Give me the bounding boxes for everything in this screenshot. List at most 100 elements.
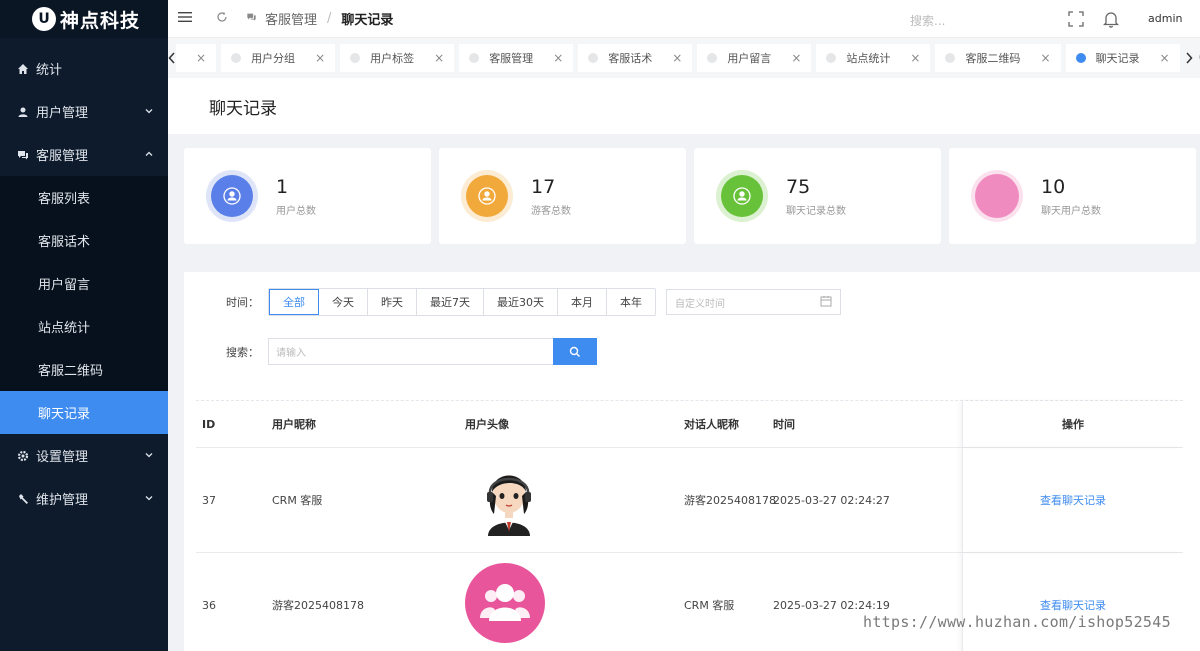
tab-partial[interactable]: × [176,44,217,72]
user-icon [211,175,253,217]
sidebar-item-label: 统计 [36,63,63,78]
logo[interactable]: U 神点科技 [0,0,168,38]
stat-card-records: 75 聊天记录总数 [694,148,941,244]
close-icon[interactable]: × [315,51,325,65]
sidebar-item-users[interactable]: 用户管理 [0,90,168,133]
sidebar-sub-messages[interactable]: 用户留言 [0,262,168,305]
tab-label: 聊天记录 [1095,52,1140,65]
cell-peer: 游客2025408178 [684,494,776,507]
cell-action: 查看聊天记录 [962,553,1183,651]
sidebar-item-settings[interactable]: 设置管理 [0,434,168,477]
close-icon[interactable]: × [553,51,563,65]
chevron-up-icon [144,148,154,163]
tab-messages[interactable]: 用户留言 × [697,44,812,72]
tab-dot [945,53,956,63]
sidebar-item-label: 维护管理 [36,493,89,508]
close-icon[interactable]: × [434,51,444,65]
table-row: 37 CRM 客服 游客2025408178 2025-03-27 02:24:… [196,448,1183,553]
sidebar-item-stats[interactable]: 统计 [0,47,168,90]
chevron-right-icon[interactable] [1185,38,1193,78]
refresh-icon[interactable] [216,11,228,26]
col-peer: 对话人昵称 [684,418,739,431]
visitor-avatar [465,563,545,646]
stat-label: 用户总数 [276,205,316,217]
sidebar-sub-chat-records[interactable]: 聊天记录 [0,391,168,434]
sidebar-item-maintenance[interactable]: 维护管理 [0,477,168,520]
custom-date-input[interactable]: 自定义时间 [666,289,841,315]
stat-label: 聊天用户总数 [1041,205,1101,217]
tab-label: 用户留言 [727,52,772,65]
stat-value: 17 [531,175,556,198]
header-search[interactable]: 搜索... [910,12,945,29]
search-button[interactable] [553,338,597,365]
user-icon [721,175,763,217]
cell-action: 查看聊天记录 [962,448,1183,552]
sidebar-item-label: 用户管理 [36,106,89,121]
time-all-button[interactable]: 全部 [269,289,319,315]
tab-label: 站点统计 [846,52,891,65]
tab-qrcode[interactable]: 客服二维码 × [935,44,1061,72]
home-icon [16,62,30,76]
menu-toggle-icon[interactable] [178,11,194,26]
tab-chat-records[interactable]: 聊天记录 × [1065,44,1180,72]
tab-label: 客服二维码 [965,52,1021,65]
stat-card-users: 1 用户总数 [184,148,431,244]
view-chat-link[interactable]: 查看聊天记录 [1040,492,1106,508]
sidebar-item-service[interactable]: 客服管理 [0,133,168,176]
breadcrumb-parent[interactable]: 客服管理 [265,9,317,28]
close-icon[interactable]: × [672,51,682,65]
close-icon[interactable]: × [1160,51,1170,65]
breadcrumb: 客服管理 / 聊天记录 [246,9,393,28]
sidebar-sub-qrcode[interactable]: 客服二维码 [0,348,168,391]
sidebar-sub-scripts[interactable]: 客服话术 [0,219,168,262]
view-chat-link[interactable]: 查看聊天记录 [1040,597,1106,613]
tab-bar: × 用户分组 × 用户标签 × 客服管理 × 客服话术 × 用户留言 × 站点统计 × 客服… [168,38,1200,78]
logo-mark: U [32,7,56,31]
breadcrumb-current: 聊天记录 [341,13,394,28]
stat-value: 75 [786,175,811,198]
tab-service[interactable]: 客服管理 × [459,44,574,72]
cell-time: 2025-03-27 02:24:27 [773,493,890,507]
time-filter: 时间： 全部 今天 昨天 最近7天 最近30天 本月 本年 自定义时间 [226,288,841,316]
fullscreen-icon[interactable] [1068,11,1084,30]
time-year-button[interactable]: 本年 [607,289,655,315]
tab-scripts[interactable]: 客服话术 × [578,44,693,72]
time-30days-button[interactable]: 最近30天 [484,289,558,315]
cell-peer: CRM 客服 [684,599,735,612]
agent-avatar [474,460,544,539]
chat-users-icon [975,174,1019,218]
records-panel: 时间： 全部 今天 昨天 最近7天 最近30天 本月 本年 自定义时间 搜索： … [184,272,1200,651]
time-yesterday-button[interactable]: 昨天 [368,289,417,315]
chat-icon [246,11,257,26]
tab-label: 客服管理 [489,52,534,65]
tab-label: 客服话术 [608,52,653,65]
tab-user-group[interactable]: 用户分组 × [221,44,336,72]
sidebar-sub-agent-list[interactable]: 客服列表 [0,176,168,219]
tab-dot [350,53,361,63]
time-7days-button[interactable]: 最近7天 [417,289,484,315]
close-icon[interactable]: × [910,51,920,65]
close-icon[interactable]: × [791,51,801,65]
sidebar-sub-site-stats[interactable]: 站点统计 [0,305,168,348]
close-icon[interactable]: × [1040,51,1050,65]
search-input[interactable]: 请输入 [268,338,553,365]
page-title: 聊天记录 [209,98,277,119]
tab-user-tags[interactable]: 用户标签 × [340,44,455,72]
close-icon[interactable]: × [196,51,206,65]
user-menu[interactable]: admin [1148,12,1182,25]
chevron-down-icon [144,105,154,120]
time-month-button[interactable]: 本月 [558,289,607,315]
stat-card-visitors: 17 游客总数 [439,148,686,244]
watermark: https://www.huzhan.com/ishop52545 [863,613,1171,631]
sidebar-item-label: 设置管理 [36,450,89,465]
bell-icon[interactable] [1102,11,1120,31]
time-today-button[interactable]: 今天 [319,289,368,315]
tab-site-stats[interactable]: 站点统计 × [816,44,931,72]
tab-dot [826,53,837,63]
top-header: 客服管理 / 聊天记录 搜索... admin [168,0,1200,38]
search-icon [569,346,580,357]
user-icon [466,175,508,217]
chevron-left-icon[interactable] [168,38,176,78]
cell-id: 36 [202,598,216,612]
user-icon [16,105,30,119]
